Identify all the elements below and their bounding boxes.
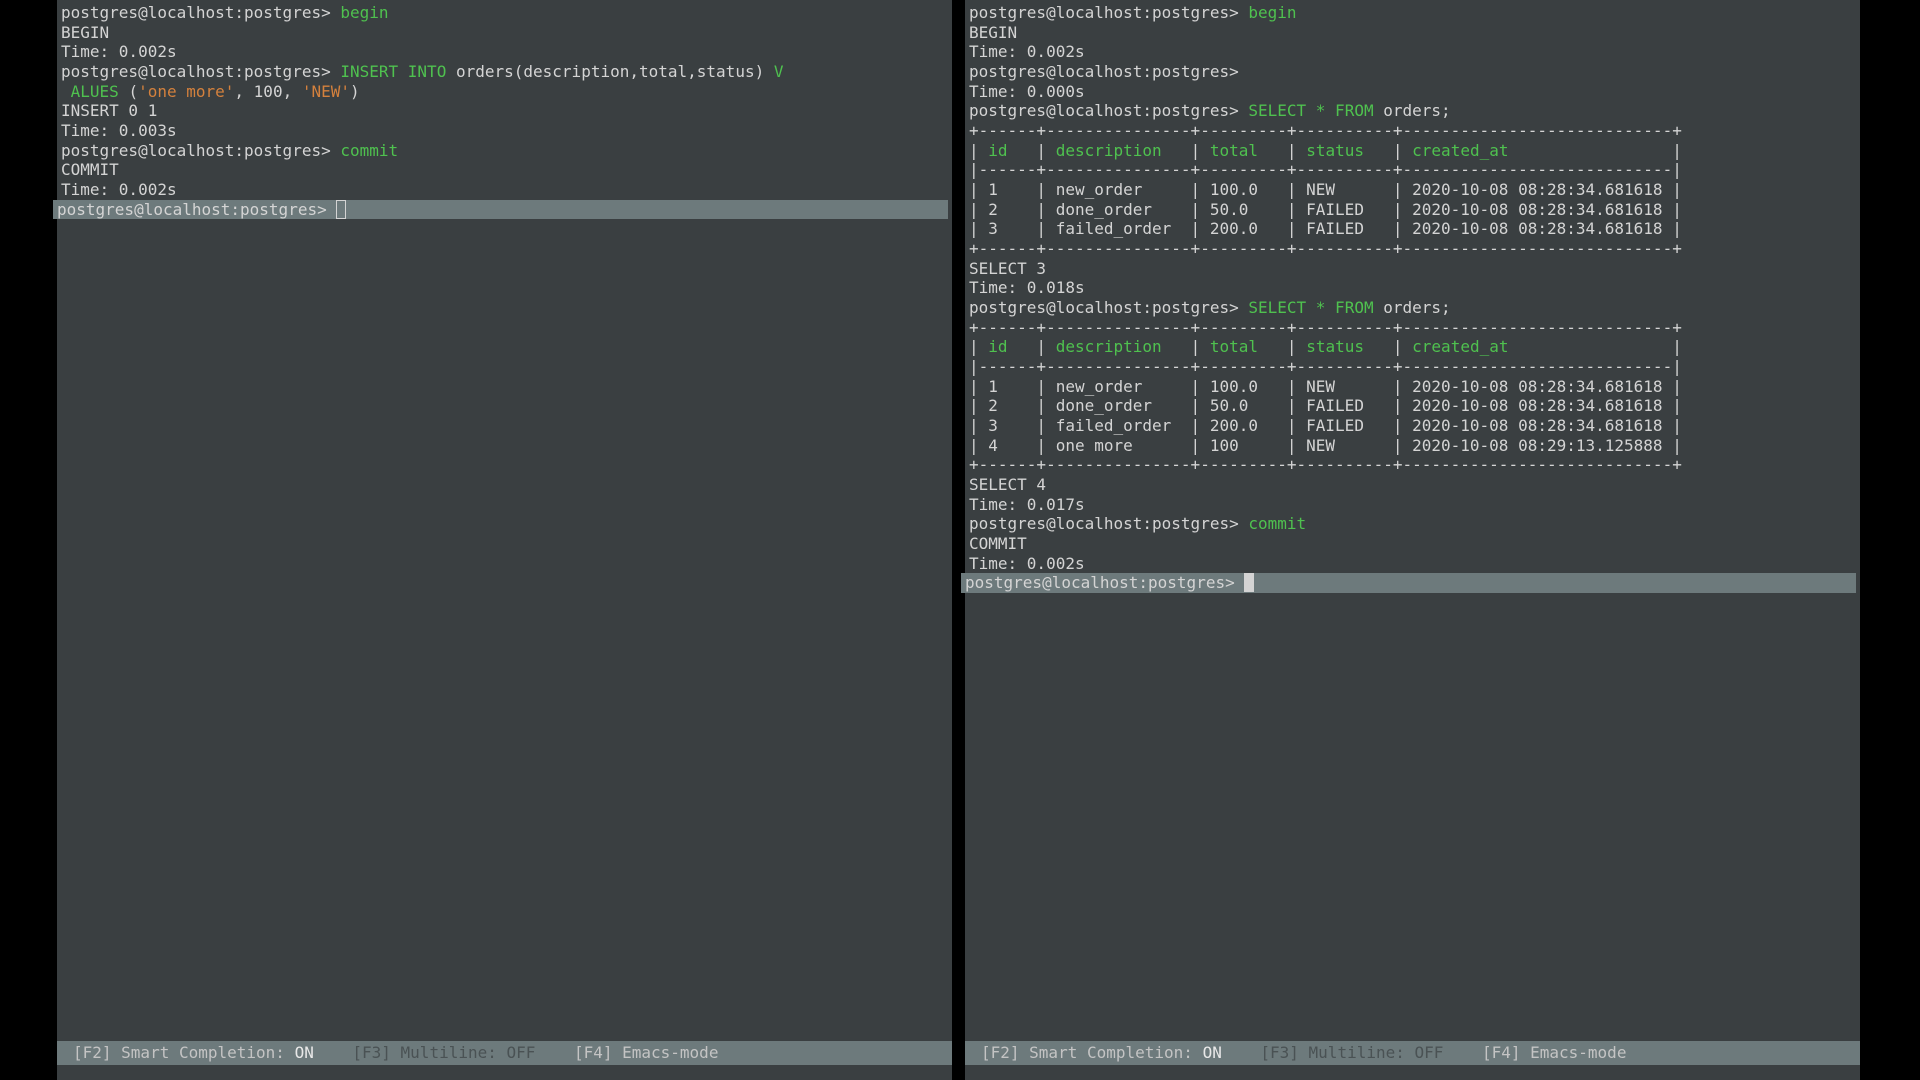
table-row: | 2 | done_order | 50.0 | FAILED | 2020-… (965, 396, 1860, 416)
timing: Time: 0.017s (965, 495, 1860, 515)
terminal-line: ALUES ('one more', 100, 'NEW') (57, 82, 952, 102)
table-row: | 1 | new_order | 100.0 | NEW | 2020-10-… (965, 377, 1860, 397)
active-prompt-left[interactable]: postgres@localhost:postgres> (53, 200, 948, 220)
terminal-line: BEGIN (57, 23, 952, 43)
terminal-pane-left[interactable]: postgres@localhost:postgres> beginBEGINT… (57, 0, 952, 1080)
f4-key[interactable]: [F4] (1482, 1043, 1521, 1062)
active-prompt-right[interactable]: postgres@localhost:postgres> (961, 573, 1856, 593)
result-count: SELECT 4 (965, 475, 1860, 495)
table-border: +------+---------------+---------+------… (965, 455, 1860, 475)
terminal-line: BEGIN (965, 23, 1860, 43)
cursor-icon (336, 200, 346, 219)
terminal-line: Time: 0.002s (965, 554, 1860, 574)
pane-divider[interactable] (952, 0, 965, 1080)
table-border: +------+---------------+---------+------… (965, 239, 1860, 259)
terminal-line: postgres@localhost:postgres> INSERT INTO… (57, 62, 952, 82)
table-border: +------+---------------+---------+------… (965, 121, 1860, 141)
terminal-line: postgres@localhost:postgres> commit (965, 514, 1860, 534)
f2-key[interactable]: [F2] (73, 1043, 112, 1062)
f3-key[interactable]: [F3] (352, 1043, 391, 1062)
table-header: | id | description | total | status | cr… (965, 337, 1860, 357)
f4-key[interactable]: [F4] (574, 1043, 613, 1062)
terminal-line: postgres@localhost:postgres> SELECT * FR… (965, 298, 1860, 318)
terminal-pane-right[interactable]: postgres@localhost:postgres> beginBEGINT… (965, 0, 1860, 1080)
terminal-line: postgres@localhost:postgres> begin (965, 3, 1860, 23)
table-row: | 1 | new_order | 100.0 | NEW | 2020-10-… (965, 180, 1860, 200)
prompt-text: postgres@localhost:postgres> (57, 200, 336, 219)
terminal-line: COMMIT (965, 534, 1860, 554)
table-row: | 4 | one more | 100 | NEW | 2020-10-08 … (965, 436, 1860, 456)
timing: Time: 0.018s (965, 278, 1860, 298)
terminal-line: postgres@localhost:postgres> (965, 62, 1860, 82)
table-row: | 2 | done_order | 50.0 | FAILED | 2020-… (965, 200, 1860, 220)
terminal-line: Time: 0.002s (57, 180, 952, 200)
table-row: | 3 | failed_order | 200.0 | FAILED | 20… (965, 219, 1860, 239)
f3-key[interactable]: [F3] (1260, 1043, 1299, 1062)
terminal-line: INSERT 0 1 (57, 101, 952, 121)
terminal-line: Time: 0.000s (965, 82, 1860, 102)
table-border: |------+---------------+---------+------… (965, 160, 1860, 180)
prompt-text: postgres@localhost:postgres> (965, 573, 1244, 592)
cursor-icon (1244, 573, 1254, 592)
table-border: |------+---------------+---------+------… (965, 357, 1860, 377)
terminal-line: postgres@localhost:postgres> commit (57, 141, 952, 161)
terminal-line: postgres@localhost:postgres> begin (57, 3, 952, 23)
terminal-line: Time: 0.002s (965, 42, 1860, 62)
table-border: +------+---------------+---------+------… (965, 318, 1860, 338)
table-row: | 3 | failed_order | 200.0 | FAILED | 20… (965, 416, 1860, 436)
status-bar-left: [F2] Smart Completion: ON [F3] Multiline… (57, 1041, 952, 1065)
table-header: | id | description | total | status | cr… (965, 141, 1860, 161)
terminal-line: COMMIT (57, 160, 952, 180)
f2-key[interactable]: [F2] (981, 1043, 1020, 1062)
result-count: SELECT 3 (965, 259, 1860, 279)
terminal-line: Time: 0.002s (57, 42, 952, 62)
status-bar-right: [F2] Smart Completion: ON [F3] Multiline… (965, 1041, 1860, 1065)
terminal-line: postgres@localhost:postgres> SELECT * FR… (965, 101, 1860, 121)
terminal-line: Time: 0.003s (57, 121, 952, 141)
